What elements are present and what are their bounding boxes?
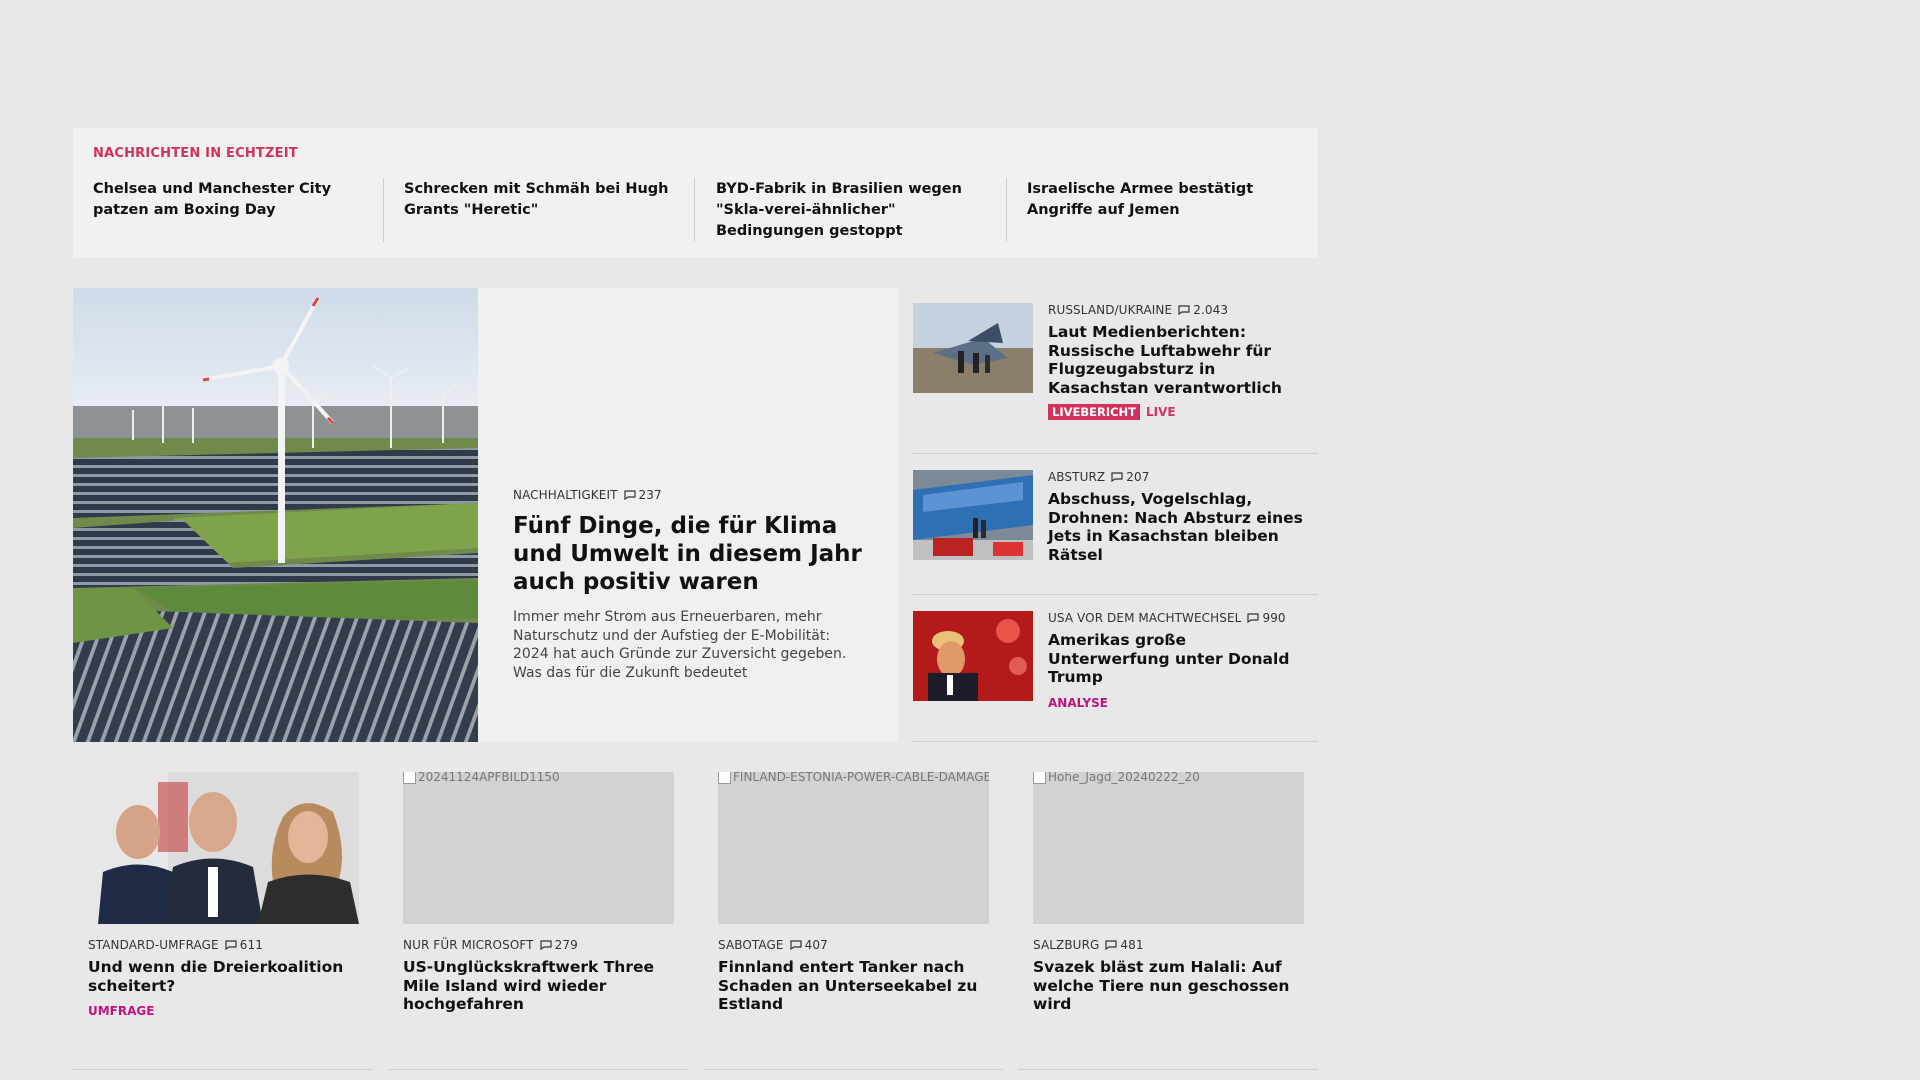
umfrage-tag: UMFRAGE	[88, 1004, 155, 1018]
comment-count[interactable]: 207	[1111, 470, 1149, 484]
ticker-item[interactable]: Israelische Armee bestätigt Angriffe auf…	[1027, 179, 1317, 221]
card-category[interactable]: STANDARD-UMFRAGE	[88, 938, 219, 952]
broken-image-icon	[1033, 772, 1046, 784]
comment-count-value: 990	[1262, 611, 1286, 625]
comment-count[interactable]: 237	[623, 488, 662, 502]
comment-icon	[789, 940, 802, 950]
comment-icon	[623, 490, 636, 500]
side-kicker: USA VOR DEM MACHTWECHSEL 990	[1048, 611, 1313, 625]
broken-image-icon	[718, 772, 731, 784]
alt-text: FINLAND-ESTONIA-POWER-CABLE-DAMAGED	[733, 772, 989, 784]
hero-kicker: NACHHALTIGKEIT 237	[513, 488, 863, 502]
card-title[interactable]: Svazek bläst zum Halali: Auf welche Tier…	[1033, 958, 1304, 1014]
comment-count[interactable]: 990	[1247, 611, 1286, 625]
article-card[interactable]: STANDARD-UMFRAGE 611 Und wenn die Dreier…	[88, 772, 359, 1019]
thumbnail-trump[interactable]	[913, 611, 1033, 701]
side-category[interactable]: USA VOR DEM MACHTWECHSEL	[1048, 611, 1241, 625]
card-image-placeholder[interactable]: 20241124APFBILD1150	[403, 772, 674, 924]
card-category[interactable]: SABOTAGE	[718, 938, 784, 952]
comment-count[interactable]: 407	[789, 938, 828, 952]
comment-icon	[225, 940, 237, 950]
divider	[1006, 178, 1007, 242]
comment-count-value: 611	[239, 938, 263, 952]
divider	[1018, 1069, 1318, 1070]
card-category[interactable]: SALZBURG	[1033, 938, 1099, 952]
thumbnail-plane-crash[interactable]	[913, 303, 1033, 393]
side-story-title[interactable]: Amerikas große Unterwerfung unter Donald…	[1048, 631, 1313, 687]
article-card[interactable]: FINLAND-ESTONIA-POWER-CABLE-DAMAGED SABO…	[718, 772, 989, 1014]
divider	[913, 453, 1318, 454]
side-category[interactable]: RUSSLAND/UKRAINE	[1048, 303, 1172, 317]
hero-article[interactable]: NACHHALTIGKEIT 237 Fünf Dinge, die für K…	[73, 288, 898, 742]
card-kicker: NUR FÜR MICROSOFT 279	[403, 938, 674, 952]
side-kicker: RUSSLAND/UKRAINE 2.043	[1048, 303, 1313, 317]
comment-icon	[1178, 305, 1190, 315]
analyse-tag: ANALYSE	[1048, 695, 1108, 710]
comment-icon	[1111, 472, 1123, 482]
card-kicker: SALZBURG 481	[1033, 938, 1304, 952]
card-kicker: STANDARD-UMFRAGE 611	[88, 938, 359, 952]
alt-text: 20241124APFBILD1150	[418, 772, 560, 784]
hero-image-wind-solar[interactable]	[73, 288, 478, 742]
ticker-item[interactable]: Schrecken mit Schmäh bei Hugh Grants "He…	[404, 179, 694, 221]
card-title[interactable]: Und wenn die Dreierkoalition scheitert?	[88, 958, 359, 995]
alt-text: Hohe_Jagd_20240222_20	[1048, 772, 1200, 784]
side-kicker: ABSTURZ 207	[1048, 470, 1313, 484]
comment-icon	[539, 940, 552, 950]
comment-icon	[1247, 613, 1260, 623]
ticker-item[interactable]: BYD-Fabrik in Brasilien wegen "Skla-vere…	[716, 179, 1006, 242]
card-image-placeholder[interactable]: Hohe_Jagd_20240222_20	[1033, 772, 1304, 924]
hero-category[interactable]: NACHHALTIGKEIT	[513, 488, 618, 502]
comment-count-value: 481	[1120, 938, 1144, 952]
comment-count-value: 279	[554, 938, 578, 952]
card-title[interactable]: Finnland entert Tanker nach Schaden an U…	[718, 958, 989, 1014]
divider	[913, 594, 1318, 595]
comment-count[interactable]: 2.043	[1178, 303, 1228, 317]
comment-count[interactable]: 279	[539, 938, 578, 952]
side-story-text: RUSSLAND/UKRAINE 2.043 Laut Medienberich…	[1048, 303, 1313, 420]
ticker-heading: NACHRICHTEN IN ECHTZEIT	[93, 146, 298, 161]
hero-description: Immer mehr Strom aus Erneuerbaren, mehr …	[513, 609, 847, 681]
card-image-politicians[interactable]	[88, 772, 359, 924]
divider	[388, 1069, 688, 1070]
side-category[interactable]: ABSTURZ	[1048, 470, 1105, 484]
comment-icon	[1105, 940, 1118, 950]
live-news-ticker: NACHRICHTEN IN ECHTZEIT Chelsea und Manc…	[73, 128, 1318, 258]
broken-image-alt: 20241124APFBILD1150	[403, 772, 674, 784]
broken-image-alt: Hohe_Jagd_20240222_20	[1033, 772, 1304, 784]
ticker-item[interactable]: Chelsea und Manchester City patzen am Bo…	[93, 179, 383, 221]
article-card[interactable]: Hohe_Jagd_20240222_20 SALZBURG 481 Svaze…	[1033, 772, 1304, 1014]
card-title[interactable]: US-Unglückskraftwerk Three Mile Island w…	[403, 958, 674, 1014]
divider	[383, 178, 384, 242]
broken-image-alt: FINLAND-ESTONIA-POWER-CABLE-DAMAGED	[718, 772, 989, 784]
broken-image-icon	[403, 772, 416, 784]
card-category[interactable]: NUR FÜR MICROSOFT	[403, 938, 534, 952]
side-story-text: ABSTURZ 207 Abschuss, Vogelschlag, Drohn…	[1048, 470, 1313, 564]
divider	[913, 741, 1318, 742]
comment-count-value: 207	[1126, 470, 1150, 484]
comment-count[interactable]: 611	[225, 938, 263, 952]
card-image-placeholder[interactable]: FINLAND-ESTONIA-POWER-CABLE-DAMAGED	[718, 772, 989, 924]
comment-count[interactable]: 481	[1105, 938, 1144, 952]
livebericht-badge: LIVEBERICHT	[1048, 404, 1141, 420]
hero-text: NACHHALTIGKEIT 237 Fünf Dinge, die für K…	[513, 488, 863, 682]
side-story-tags: ANALYSE	[1048, 692, 1313, 711]
live-tag: LIVE	[1146, 405, 1176, 419]
thumbnail-jet-wreck[interactable]	[913, 470, 1033, 560]
side-story-title[interactable]: Abschuss, Vogelschlag, Drohnen: Nach Abs…	[1048, 490, 1313, 564]
article-card[interactable]: 20241124APFBILD1150 NUR FÜR MICROSOFT 27…	[403, 772, 674, 1014]
divider	[703, 1069, 1003, 1070]
comment-count-value: 407	[804, 938, 828, 952]
side-story-tags: LIVEBERICHT LIVE	[1048, 401, 1313, 420]
card-kicker: SABOTAGE 407	[718, 938, 989, 952]
divider	[73, 1069, 373, 1070]
side-story-title[interactable]: Laut Medienberichten: Russische Luftabwe…	[1048, 323, 1313, 397]
divider	[694, 178, 695, 242]
comment-count-value: 237	[638, 488, 662, 502]
comment-count-value: 2.043	[1193, 303, 1229, 317]
side-story-text: USA VOR DEM MACHTWECHSEL 990 Amerikas gr…	[1048, 611, 1313, 711]
hero-title[interactable]: Fünf Dinge, die für Klima und Umwelt in …	[513, 512, 863, 596]
